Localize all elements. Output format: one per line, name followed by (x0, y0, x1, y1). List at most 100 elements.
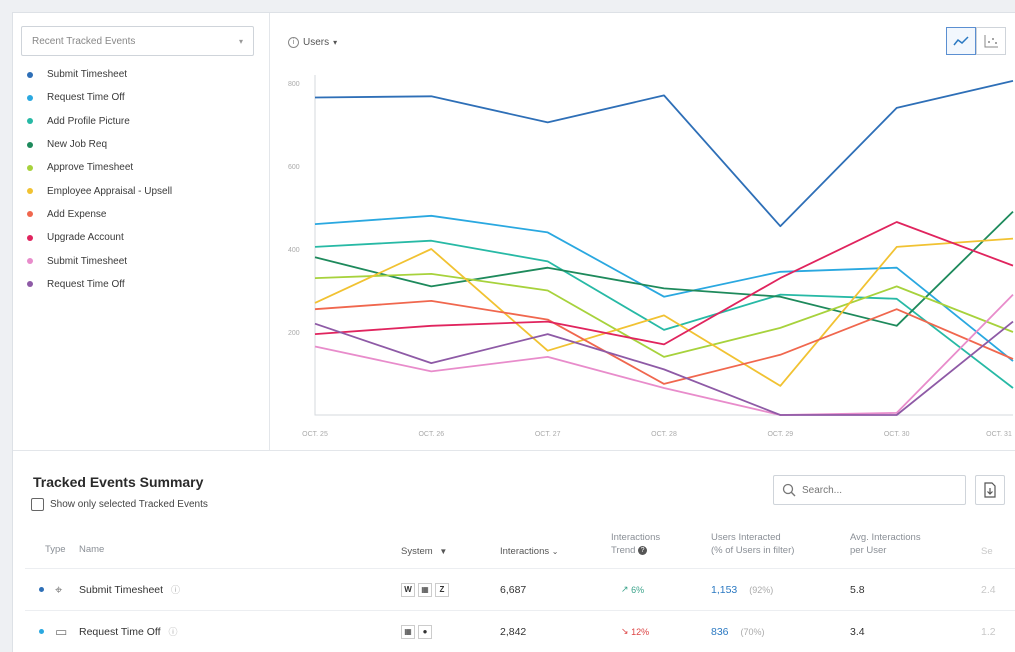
info-icon[interactable]: ⓘ (171, 583, 180, 596)
col-system[interactable]: System ▼ (401, 545, 447, 558)
row-interactions: 6,687 (500, 583, 527, 596)
row-color-dot (39, 569, 44, 610)
system-logo-icon: ● (418, 624, 432, 639)
row-users-link[interactable]: 1,153 (711, 584, 737, 596)
legend-dot (27, 258, 33, 265)
row-avg: 5.8 (850, 583, 865, 596)
legend-label: Approve Timesheet (47, 162, 134, 174)
col-avg-line1: Avg. Interactions (850, 532, 921, 543)
col-trend-line1: Interactions (611, 532, 661, 543)
row-color-dot (39, 611, 44, 652)
chevron-down-icon: ▾ (238, 36, 243, 46)
legend-label: Request Time Off (47, 278, 125, 290)
line-chart: 800 600 400 200 OCT. 25 OCT. 26 OCT. 27 OCT. 28… (288, 75, 1014, 438)
chart-panel: i Users ▾ 800 600 400 200 OCT. 25 OCT. 26 OCT.… (270, 13, 1015, 451)
row-name[interactable]: Request Time Off ⓘ (79, 611, 178, 652)
legend-dot (27, 234, 33, 241)
filter-selected-row[interactable]: Show only selected Tracked Events (31, 498, 208, 511)
x-tick-label: OCT. 30 (884, 431, 910, 438)
legend-dot (27, 164, 33, 171)
row-systems: ▦ ● (401, 611, 435, 652)
row-extra: 1.2 (981, 625, 996, 638)
search-box[interactable] (773, 475, 966, 505)
export-button[interactable] (975, 475, 1005, 505)
export-file-icon (984, 482, 996, 498)
filter-selected-checkbox[interactable] (31, 498, 44, 511)
row-interactions: 2,842 (500, 625, 527, 638)
row-users: 1,153 (92%) (711, 569, 773, 610)
legend-item[interactable]: New Job Req (27, 133, 172, 156)
search-icon (782, 483, 796, 497)
system-logo-icon: ▦ (418, 582, 432, 597)
legend-dot (27, 118, 33, 125)
legend-item[interactable]: Add Profile Picture (27, 110, 172, 133)
series-line[interactable] (314, 80, 1014, 228)
trend-up-icon: ↗ (621, 584, 629, 594)
legend-dot (27, 94, 33, 101)
series-line[interactable] (314, 293, 1014, 416)
filter-icon: ▼ (439, 547, 448, 556)
legend-label: New Job Req (47, 139, 108, 151)
col-interactions[interactable]: Interactions ⌄ (500, 545, 558, 558)
row-users-link[interactable]: 836 (711, 626, 729, 638)
col-type: Type (45, 544, 66, 555)
y-tick-label: 800 (288, 81, 300, 88)
search-input[interactable] (802, 484, 952, 496)
info-icon[interactable]: ? (638, 545, 648, 555)
row-trend-value: 6% (631, 584, 645, 595)
x-tick-label: OCT. 26 (418, 431, 444, 438)
events-dropdown-label: Recent Tracked Events (32, 35, 136, 47)
legend-label: Employee Appraisal - Upsell (47, 185, 173, 197)
legend-item[interactable]: Submit Timesheet (27, 63, 172, 86)
legend-item[interactable]: Employee Appraisal - Upsell (27, 179, 172, 202)
col-trend-line2: Trend (611, 545, 636, 556)
x-tick-label: OCT. 25 (302, 431, 328, 438)
legend-dot (27, 188, 33, 195)
legend-item[interactable]: Request Time Off (27, 86, 172, 109)
y-tick-label: 400 (288, 247, 300, 254)
legend-label: Submit Timesheet (47, 255, 128, 267)
row-trend: ↗ 6% (621, 569, 644, 610)
legend-item[interactable]: Request Time Off (27, 273, 172, 296)
row-systems: W ▦ Z (401, 569, 452, 610)
filter-selected-label: Show only selected Tracked Events (50, 499, 208, 510)
legend-item[interactable]: Submit Timesheet (27, 249, 172, 272)
info-icon[interactable]: ⓘ (169, 625, 178, 638)
col-users-line2: (% of Users in filter) (711, 545, 795, 556)
pointer-icon: ⌖ (55, 581, 63, 597)
legend-dot (27, 211, 33, 218)
col-interactions-label: Interactions (500, 546, 550, 557)
legend-item[interactable]: Add Expense (27, 203, 172, 226)
y-tick-label: 600 (288, 164, 300, 171)
col-avg: Avg. Interactions per User (850, 531, 921, 557)
legend-dot (27, 71, 33, 78)
events-dropdown[interactable]: Recent Tracked Events ▾ (21, 26, 254, 56)
col-extra: Se (981, 546, 993, 557)
table-row[interactable]: ▭ Request Time Off ⓘ ▦ ● 2,842 ↘ 12% 836 … (25, 610, 1015, 652)
series-line[interactable] (314, 299, 1014, 385)
device-icon: ▭ (55, 623, 68, 639)
legend-item[interactable]: Upgrade Account (27, 226, 172, 249)
row-trend-value: 12% (631, 626, 650, 637)
row-users-pct: (70%) (740, 626, 765, 637)
legend-list: Submit Timesheet Request Time Off Add Prof… (27, 63, 172, 296)
table-row[interactable]: ⌖ Submit Timesheet ⓘ W ▦ Z 6,687 ↗ 6% 1,15… (25, 568, 1015, 610)
legend-label: Upgrade Account (47, 232, 124, 244)
x-tick-label: OCT. 27 (535, 431, 561, 438)
row-name-label: Request Time Off (79, 625, 161, 638)
col-name: Name (79, 544, 105, 555)
system-logo-icon: W (401, 582, 415, 597)
legend-label: Submit Timesheet (47, 69, 128, 81)
system-logo-icon: ▦ (401, 624, 415, 639)
series-line[interactable] (314, 237, 1014, 387)
legend-item[interactable]: Approve Timesheet (27, 156, 172, 179)
x-tick-label: OCT. 28 (651, 431, 677, 438)
row-trend: ↘ 12% (621, 611, 649, 652)
x-tick-label: OCT. 31 (986, 431, 1012, 438)
summary-title: Tracked Events Summary (33, 474, 204, 490)
col-trend: Interactions Trend ? (611, 531, 660, 557)
row-users-pct: (92%) (749, 584, 774, 595)
row-extra: 2.4 (981, 583, 996, 596)
col-users: Users Interacted (% of Users in filter) (711, 531, 794, 557)
row-name[interactable]: Submit Timesheet ⓘ (79, 569, 180, 610)
